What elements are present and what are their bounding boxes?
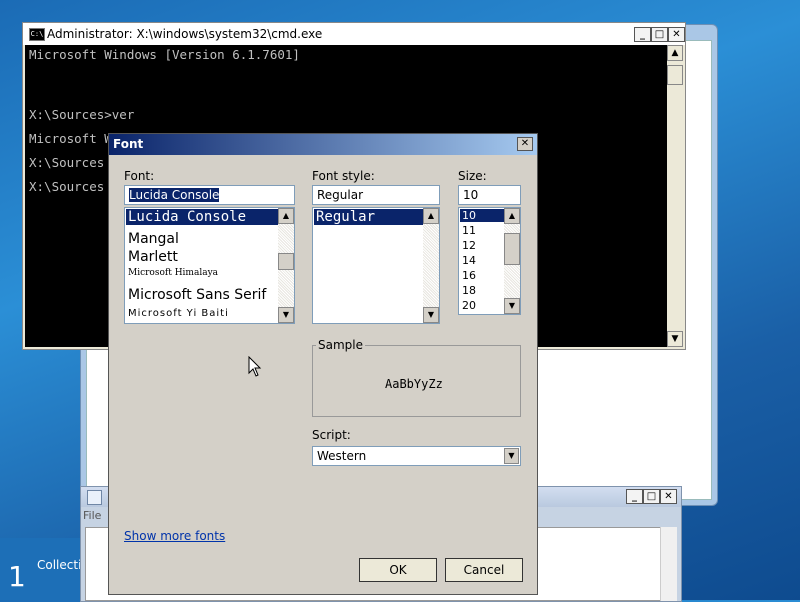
size-item[interactable]: 10 — [460, 209, 504, 222]
font-list-item-mangal[interactable]: Mangal — [126, 231, 179, 247]
size-item[interactable]: 11 — [460, 224, 476, 237]
console-line: X:\Sources>ver — [29, 107, 135, 122]
size-label: Size: — [458, 169, 487, 183]
font-name-value: Lucida Console — [129, 188, 220, 202]
notepad-close-button[interactable]: ✕ — [660, 489, 677, 504]
chevron-down-icon[interactable]: ▼ — [504, 448, 519, 464]
script-dropdown[interactable]: Western ▼ — [312, 446, 521, 466]
scroll-up-arrow-icon[interactable]: ▲ — [423, 208, 439, 224]
setup-step-number: 1 — [8, 560, 26, 593]
cmd-window-icon: C:\ — [29, 28, 45, 41]
cmd-title-buttons: _ □ ✕ — [634, 27, 685, 42]
size-item[interactable]: 20 — [460, 299, 476, 312]
scroll-up-arrow-icon[interactable]: ▲ — [667, 45, 683, 61]
sample-text: AaBbYyZz — [385, 377, 443, 391]
size-list[interactable]: 10 11 12 14 16 18 20 ▲ ▼ — [458, 207, 521, 315]
script-label: Script: — [312, 428, 351, 442]
scroll-thumb[interactable] — [278, 253, 294, 270]
font-list-item-marlett[interactable]: Marlett — [126, 249, 178, 265]
scroll-thumb[interactable] — [667, 65, 683, 85]
font-list-item-microsoft-sans-serif[interactable]: Microsoft Sans Serif — [126, 287, 266, 303]
notepad-minimize-button[interactable]: _ — [626, 489, 643, 504]
notepad-title-buttons: _ □ ✕ — [626, 489, 677, 504]
font-label: Font: — [124, 169, 155, 183]
cancel-button[interactable]: Cancel — [445, 558, 523, 582]
scroll-down-arrow-icon[interactable]: ▼ — [504, 298, 520, 314]
ok-button[interactable]: OK — [359, 558, 437, 582]
font-dialog: Font ✕ Font: Lucida Console Lucida Conso… — [108, 133, 538, 595]
font-dialog-title: Font — [113, 137, 144, 151]
script-value: Western — [317, 449, 367, 463]
font-list-scrollbar[interactable]: ▲ ▼ — [278, 208, 294, 323]
cmd-scrollbar[interactable]: ▲ ▼ — [667, 45, 683, 347]
font-list-item-microsoft-himalaya[interactable]: Microsoft Himalaya — [126, 268, 218, 278]
console-line: X:\Sources — [29, 155, 105, 170]
font-dialog-titlebar[interactable]: Font ✕ — [109, 134, 537, 155]
size-item[interactable]: 16 — [460, 269, 476, 282]
scroll-down-arrow-icon[interactable]: ▼ — [667, 331, 683, 347]
size-item[interactable]: 14 — [460, 254, 476, 267]
cmd-close-button[interactable]: ✕ — [668, 27, 685, 42]
font-list-item-lucida-console[interactable]: Lucida Console — [126, 209, 278, 225]
scroll-down-arrow-icon[interactable]: ▼ — [278, 307, 294, 323]
cmd-minimize-button[interactable]: _ — [634, 27, 651, 42]
notepad-icon — [87, 490, 102, 505]
font-style-item-regular[interactable]: Regular — [314, 209, 423, 225]
font-list[interactable]: Lucida Console Mangal Marlett Microsoft … — [124, 207, 295, 324]
cmd-maximize-button[interactable]: □ — [651, 27, 668, 42]
scroll-up-arrow-icon[interactable]: ▲ — [504, 208, 520, 224]
size-item[interactable]: 18 — [460, 284, 476, 297]
font-style-scrollbar[interactable]: ▲ ▼ — [423, 208, 439, 323]
setup-step-text: Collecti — [37, 558, 82, 572]
size-item[interactable]: 12 — [460, 239, 476, 252]
show-more-fonts-link[interactable]: Show more fonts — [124, 529, 225, 543]
console-line: Microsoft Windows [Version 6.1.7601] — [29, 47, 300, 62]
notepad-menu-file[interactable]: File — [83, 509, 101, 527]
notepad-scrollbar[interactable] — [660, 527, 677, 601]
scroll-down-arrow-icon[interactable]: ▼ — [423, 307, 439, 323]
font-style-list[interactable]: Regular ▲ ▼ — [312, 207, 440, 324]
cmd-titlebar[interactable]: C:\ Administrator: X:\windows\system32\c… — [23, 23, 685, 45]
font-name-input[interactable]: Lucida Console — [124, 185, 295, 205]
mouse-pointer-icon — [248, 356, 262, 377]
scroll-thumb[interactable] — [504, 233, 520, 265]
size-input[interactable]: 10 — [458, 185, 521, 205]
font-style-input[interactable]: Regular — [312, 185, 440, 205]
cmd-window-title: Administrator: X:\windows\system32\cmd.e… — [47, 27, 323, 41]
size-list-scrollbar[interactable]: ▲ ▼ — [504, 208, 520, 314]
font-list-item-microsoft-yi-baiti[interactable]: Microsoft Yi Baiti — [126, 308, 229, 319]
notepad-maximize-button[interactable]: □ — [643, 489, 660, 504]
scroll-up-arrow-icon[interactable]: ▲ — [278, 208, 294, 224]
sample-group-label: Sample — [316, 338, 365, 352]
font-style-label: Font style: — [312, 169, 375, 183]
console-line: X:\Sources — [29, 179, 105, 194]
font-dialog-close-button[interactable]: ✕ — [517, 137, 533, 151]
